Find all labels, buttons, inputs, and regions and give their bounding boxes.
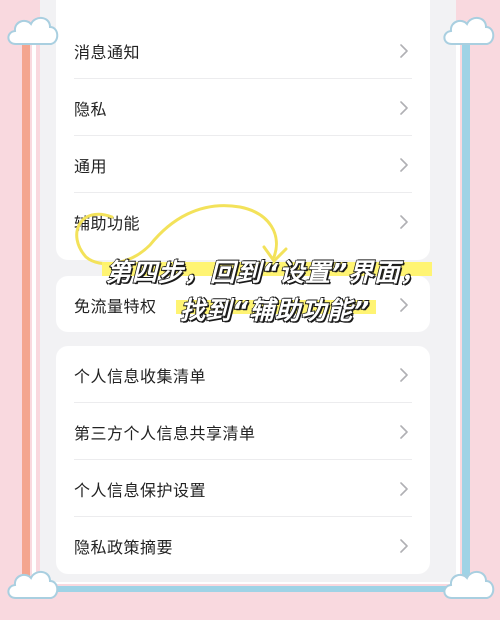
settings-item-label: 免流量特权 <box>74 296 157 316</box>
settings-item-privacy[interactable]: 隐私 <box>56 79 430 136</box>
settings-item-third-party-sharing-list[interactable]: 第三方个人信息共享清单 <box>56 403 430 460</box>
frame-stripe-right-inner <box>456 40 460 595</box>
chevron-right-icon <box>396 481 412 497</box>
chevron-right-icon <box>396 297 412 313</box>
settings-item-info-protection-settings[interactable]: 个人信息保护设置 <box>56 460 430 517</box>
chevron-right-icon <box>396 157 412 173</box>
settings-item-label: 个人信息收集清单 <box>74 366 207 386</box>
frame-stripe-left-inner <box>32 40 36 595</box>
settings-item-label: 第三方个人信息共享清单 <box>74 423 256 443</box>
cloud-icon <box>7 571 59 599</box>
settings-item-label: 消息通知 <box>74 42 141 62</box>
chevron-right-icon <box>396 367 412 383</box>
settings-item-label: 个人信息保护设置 <box>74 480 207 500</box>
chevron-right-icon <box>396 43 412 59</box>
chevron-right-icon <box>396 214 412 230</box>
settings-item-notifications[interactable]: 消息通知 <box>56 22 430 79</box>
settings-item-label: 通用 <box>74 156 108 176</box>
chevron-right-icon <box>396 100 412 116</box>
settings-group-3: 个人信息收集清单 第三方个人信息共享清单 个人信息保护设置 隐私政策摘要 <box>56 346 430 574</box>
cloud-icon <box>443 571 495 599</box>
chevron-right-icon <box>396 424 412 440</box>
frame-stripe-left <box>22 40 30 595</box>
frame-stripe-bottom <box>30 586 470 592</box>
cloud-icon <box>443 17 495 45</box>
settings-item-general[interactable]: 通用 <box>56 136 430 193</box>
frame-stripe-right <box>462 40 470 595</box>
settings-item-label: 隐私 <box>74 99 108 119</box>
annotation-text-find-accessibility: 找到“辅助功能” <box>179 295 371 325</box>
chevron-right-icon <box>396 538 412 554</box>
cloud-icon <box>7 17 59 45</box>
settings-item-privacy-policy-summary[interactable]: 隐私政策摘要 <box>56 517 430 574</box>
settings-item-label: 隐私政策摘要 <box>74 537 174 557</box>
settings-item-info-collection-list[interactable]: 个人信息收集清单 <box>56 346 430 403</box>
annotation-text-step4: 第四步，回到“设置”界面， <box>105 257 427 287</box>
